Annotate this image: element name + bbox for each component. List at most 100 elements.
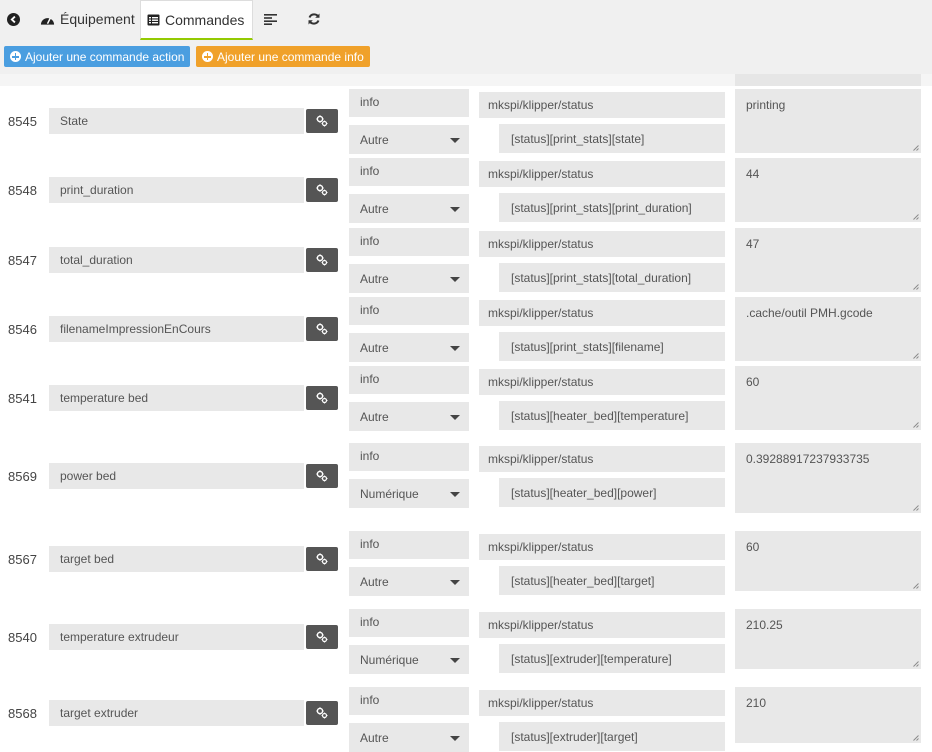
mqtt-topic-field[interactable]: mkspi/klipper/status bbox=[479, 690, 725, 716]
json-path-field[interactable]: [status][heater_bed][power] bbox=[499, 478, 725, 507]
advanced-config-button[interactable] bbox=[306, 317, 338, 341]
mqtt-topic-field[interactable]: mkspi/klipper/status bbox=[479, 231, 725, 257]
command-name-field[interactable]: State bbox=[49, 108, 304, 134]
json-path-field[interactable]: [status][heater_bed][temperature] bbox=[499, 401, 725, 430]
command-row: 8568 target extruder info Autre mkspi/klippe… bbox=[0, 676, 932, 752]
command-type-select[interactable]: info bbox=[349, 89, 469, 117]
command-value-textarea[interactable]: 0.39288917237933735 bbox=[735, 443, 921, 513]
command-value-textarea[interactable]: 60 bbox=[735, 531, 921, 591]
command-type-select[interactable]: info bbox=[349, 297, 469, 325]
json-path-field[interactable]: [status][print_stats][total_duration] bbox=[499, 263, 725, 292]
mqtt-topic-value: mkspi/klipper/status bbox=[488, 452, 594, 466]
mqtt-topic-field[interactable]: mkspi/klipper/status bbox=[479, 161, 725, 187]
tab-equipement-label: Équipement bbox=[60, 11, 135, 27]
command-row: 8545 State info Autre mkspi/klipper/status [s… bbox=[0, 86, 932, 156]
json-path-field[interactable]: [status][print_stats][filename] bbox=[499, 332, 725, 361]
add-action-command-button[interactable]: Ajouter une commande action bbox=[4, 46, 191, 67]
caret-down-icon bbox=[450, 579, 460, 585]
command-subtype-select[interactable]: Autre bbox=[349, 723, 469, 752]
json-path-field[interactable]: [status][extruder][temperature] bbox=[499, 644, 725, 673]
advanced-config-button[interactable] bbox=[306, 464, 338, 488]
command-name-value: total_duration bbox=[60, 253, 133, 267]
dashboard-icon bbox=[40, 17, 55, 25]
command-name-field[interactable]: power bed bbox=[49, 463, 304, 489]
advanced-config-button[interactable] bbox=[306, 625, 338, 649]
mqtt-topic-value: mkspi/klipper/status bbox=[488, 540, 594, 554]
command-subtype-value: Numérique bbox=[360, 486, 419, 501]
resize-grip-icon bbox=[913, 145, 919, 151]
command-subtype-select[interactable]: Autre bbox=[349, 333, 469, 362]
command-type-select[interactable]: info bbox=[349, 609, 469, 637]
mqtt-topic-field[interactable]: mkspi/klipper/status bbox=[479, 446, 725, 472]
command-name-field[interactable]: print_duration bbox=[49, 177, 304, 203]
add-action-command-label: Ajouter une commande action bbox=[25, 49, 185, 64]
mqtt-topic-field[interactable]: mkspi/klipper/status bbox=[479, 534, 725, 560]
tab-equipement[interactable]: Équipement bbox=[40, 0, 135, 38]
mqtt-topic-field[interactable]: mkspi/klipper/status bbox=[479, 612, 725, 638]
command-type-select[interactable]: info bbox=[349, 443, 469, 471]
command-subtype-select[interactable]: Autre bbox=[349, 194, 469, 223]
command-name-field[interactable]: temperature bed bbox=[49, 385, 304, 411]
command-subtype-select[interactable]: Numérique bbox=[349, 479, 469, 508]
mqtt-topic-field[interactable]: mkspi/klipper/status bbox=[479, 369, 725, 395]
command-value-textarea[interactable]: 44 bbox=[735, 158, 921, 222]
command-name-field[interactable]: filenameImpressionEnCours bbox=[49, 316, 304, 342]
command-subtype-value: Numérique bbox=[360, 652, 419, 667]
command-subtype-select[interactable]: Autre bbox=[349, 264, 469, 293]
command-value-textarea[interactable]: 210.25 bbox=[735, 609, 921, 669]
command-value-textarea[interactable]: 47 bbox=[735, 228, 921, 292]
command-subtype-select[interactable]: Numérique bbox=[349, 645, 469, 674]
advanced-config-button[interactable] bbox=[306, 248, 338, 272]
json-path-field[interactable]: [status][extruder][target] bbox=[499, 722, 725, 751]
command-type-select[interactable]: info bbox=[349, 687, 469, 715]
command-name-field[interactable]: total_duration bbox=[49, 247, 304, 273]
resize-grip-icon bbox=[913, 422, 919, 428]
command-name-field[interactable]: target bed bbox=[49, 546, 304, 572]
command-subtype-select[interactable]: Autre bbox=[349, 402, 469, 431]
cogs-icon bbox=[316, 707, 328, 719]
command-type-value: info bbox=[360, 303, 380, 317]
tab-commandes[interactable]: Commandes bbox=[140, 0, 254, 40]
command-subtype-value: Autre bbox=[360, 132, 389, 147]
mqtt-topic-field[interactable]: mkspi/klipper/status bbox=[479, 300, 725, 326]
json-path-field[interactable]: [status][print_stats][print_duration] bbox=[499, 193, 725, 222]
command-type-value: info bbox=[360, 537, 380, 551]
advanced-config-button[interactable] bbox=[306, 701, 338, 725]
command-subtype-select[interactable]: Autre bbox=[349, 567, 469, 596]
command-name-field[interactable]: target extruder bbox=[49, 700, 304, 726]
arrow-left-icon bbox=[6, 12, 20, 26]
json-path-field[interactable]: [status][print_stats][state] bbox=[499, 124, 725, 153]
advanced-config-button[interactable] bbox=[306, 178, 338, 202]
mqtt-topic-value: mkspi/klipper/status bbox=[488, 375, 594, 389]
command-type-select[interactable]: info bbox=[349, 228, 469, 256]
command-type-value: info bbox=[360, 693, 380, 707]
tab-logs[interactable] bbox=[264, 0, 277, 38]
cogs-icon bbox=[316, 392, 328, 404]
json-path-value: [status][extruder][target] bbox=[511, 729, 638, 744]
command-subtype-select[interactable]: Autre bbox=[349, 125, 469, 154]
resize-grip-icon bbox=[913, 661, 919, 667]
command-id: 8546 bbox=[8, 322, 37, 337]
command-row: 8546 filenameImpressionEnCours info Autre mk… bbox=[0, 294, 932, 364]
tab-refresh[interactable] bbox=[307, 0, 321, 38]
command-type-value: info bbox=[360, 95, 380, 109]
add-info-command-button[interactable]: Ajouter une commande info bbox=[196, 46, 370, 67]
advanced-config-button[interactable] bbox=[306, 386, 338, 410]
command-name-field[interactable]: temperature extrudeur bbox=[49, 624, 304, 650]
command-value-textarea[interactable]: .cache/outil PMH.gcode bbox=[735, 297, 921, 361]
command-name-value: target bed bbox=[60, 552, 115, 566]
previous-row-value-field[interactable] bbox=[735, 74, 921, 86]
command-type-select[interactable]: info bbox=[349, 158, 469, 186]
advanced-config-button[interactable] bbox=[306, 547, 338, 571]
command-value-textarea[interactable]: 210 bbox=[735, 687, 921, 743]
advanced-config-button[interactable] bbox=[306, 109, 338, 133]
cogs-icon bbox=[316, 115, 328, 127]
json-path-field[interactable]: [status][heater_bed][target] bbox=[499, 566, 725, 595]
mqtt-topic-field[interactable]: mkspi/klipper/status bbox=[479, 92, 725, 118]
command-type-select[interactable]: info bbox=[349, 531, 469, 559]
command-subtype-value: Autre bbox=[360, 730, 389, 745]
command-value-textarea[interactable]: printing bbox=[735, 89, 921, 153]
back-button[interactable] bbox=[2, 0, 24, 38]
command-type-select[interactable]: info bbox=[349, 366, 469, 394]
command-value-textarea[interactable]: 60 bbox=[735, 366, 921, 430]
